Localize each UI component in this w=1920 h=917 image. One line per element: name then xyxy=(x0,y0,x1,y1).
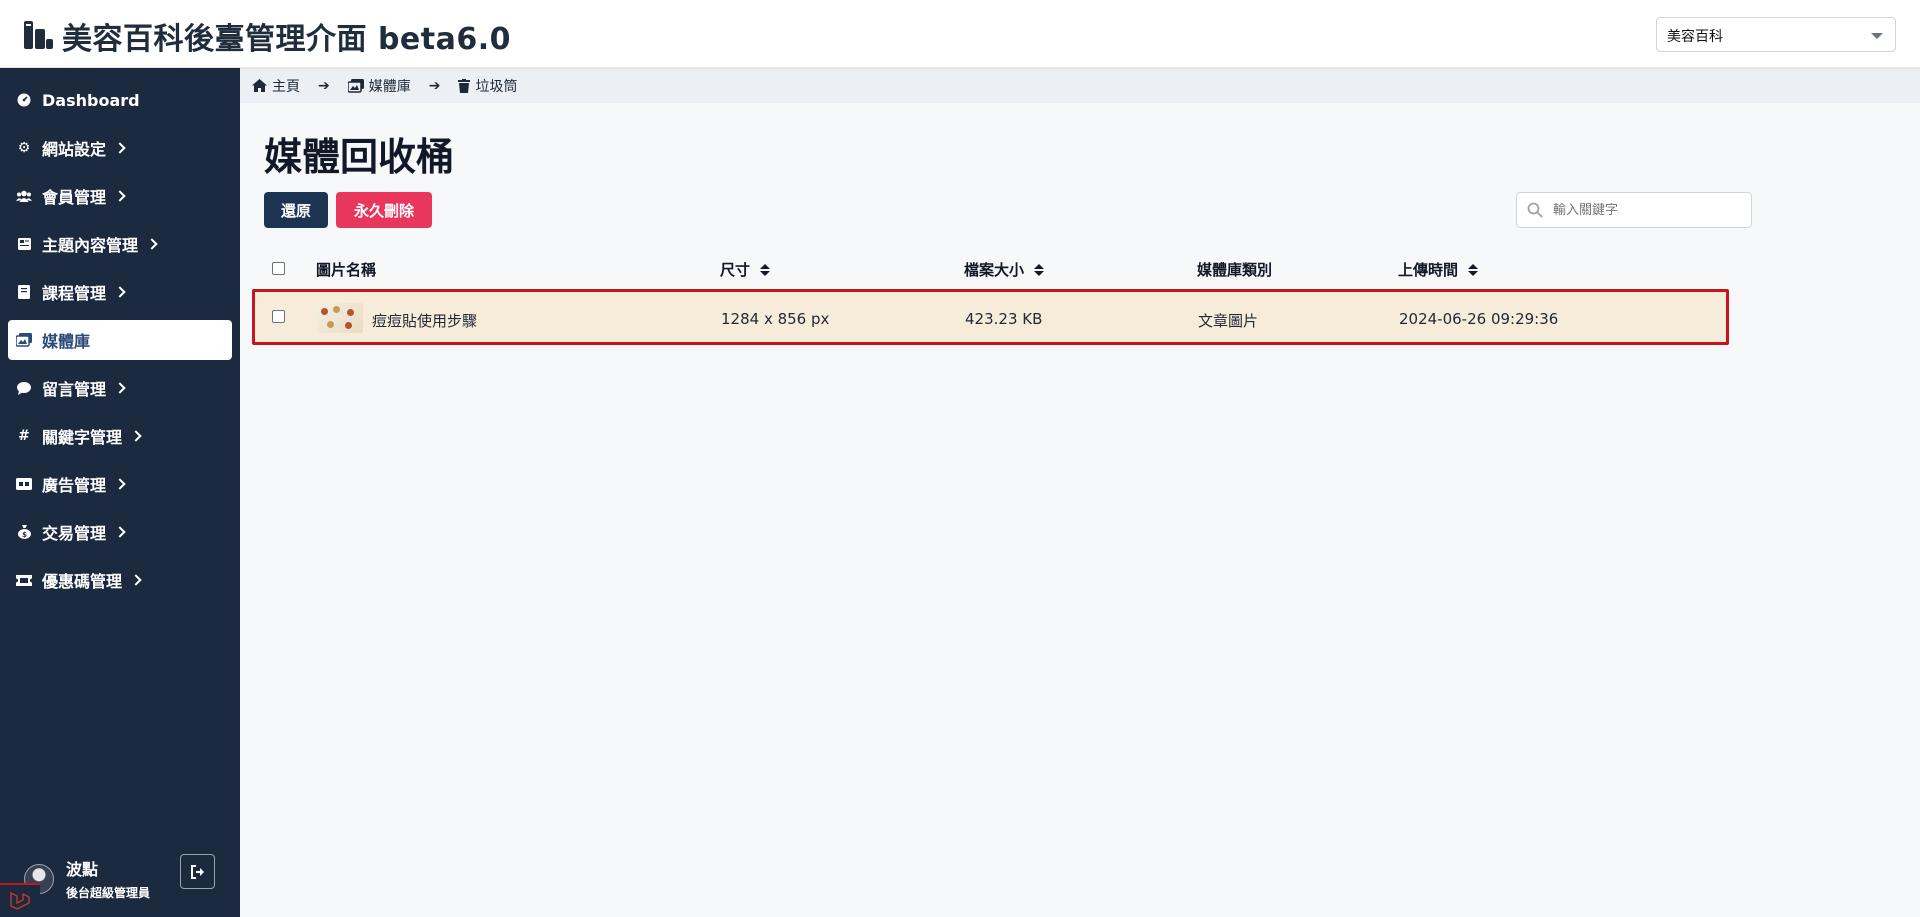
sidebar-item-label: 廣告管理 xyxy=(42,476,107,495)
ticket-icon xyxy=(16,572,32,588)
image-thumbnail xyxy=(317,303,363,333)
brand[interactable]: 美容百科後臺管理介面 beta6.0 xyxy=(22,14,511,58)
column-category-label: 媒體庫類別 xyxy=(1197,261,1273,279)
chevron-right-icon xyxy=(114,478,126,490)
book-icon xyxy=(16,284,32,300)
images-icon xyxy=(16,332,32,348)
logout-icon xyxy=(190,864,204,879)
trash-icon xyxy=(458,78,471,93)
ad-icon xyxy=(16,476,32,492)
chevron-right-icon xyxy=(114,190,126,202)
user-profile[interactable]: 波點 後台超級管理員 xyxy=(24,856,150,901)
sidebar-item-label: 媒體庫 xyxy=(42,332,91,351)
sidebar-item-label: 交易管理 xyxy=(42,524,107,543)
user-name: 波點 xyxy=(66,860,99,879)
breadcrumb-home-label: 主頁 xyxy=(272,78,300,95)
chevron-right-icon xyxy=(114,382,126,394)
breadcrumb-trash-label: 垃圾筒 xyxy=(475,78,518,95)
money-bag-icon: $ xyxy=(16,524,32,540)
chevron-right-icon xyxy=(146,238,158,250)
logout-button[interactable] xyxy=(180,854,215,889)
sidebar-item-media-library[interactable]: 媒體庫 xyxy=(8,320,232,360)
hashtag-icon: # xyxy=(18,428,30,444)
column-name: 圖片名稱 xyxy=(316,259,376,280)
permanent-delete-button[interactable]: 永久刪除 xyxy=(336,192,432,228)
home-icon xyxy=(252,79,267,92)
sidebar-item-members[interactable]: 會員管理 xyxy=(0,176,240,216)
site-select-value: 美容百科 xyxy=(1667,29,1723,45)
row-checkbox[interactable] xyxy=(272,310,285,323)
column-category: 媒體庫類別 xyxy=(1197,259,1272,280)
column-size[interactable]: 尺寸 xyxy=(720,259,771,280)
column-filesize[interactable]: 檔案大小 xyxy=(964,259,1045,280)
search-box[interactable] xyxy=(1516,192,1752,228)
cell-name: 痘痘貼使用步驟 xyxy=(372,312,478,330)
sidebar-item-label: 主題內容管理 xyxy=(42,236,139,255)
sidebar-item-site-settings[interactable]: ⚙ 網站設定 xyxy=(0,128,240,168)
sidebar-item-dashboard[interactable]: Dashboard xyxy=(0,80,240,120)
sidebar-item-label: 優惠碼管理 xyxy=(42,572,123,591)
sidebar-item-keywords[interactable]: # 關鍵字管理 xyxy=(0,416,240,456)
cell-size: 1284 x 856 px xyxy=(721,310,830,328)
dashboard-icon xyxy=(16,92,32,108)
sidebar-item-label: 會員管理 xyxy=(42,188,107,207)
sort-icon xyxy=(760,263,771,276)
sort-icon xyxy=(1468,263,1479,276)
column-uploaded-label: 上傳時間 xyxy=(1398,261,1459,279)
table-row[interactable]: 痘痘貼使用步驟 1284 x 856 px 423.23 KB 文章圖片 202… xyxy=(252,289,1729,345)
app-title: 美容百科後臺管理介面 beta6.0 xyxy=(62,22,511,57)
comment-icon xyxy=(16,380,32,396)
search-input[interactable] xyxy=(1553,202,1733,218)
sidebar-item-label: Dashboard xyxy=(42,90,140,110)
gear-icon: ⚙ xyxy=(17,140,31,156)
sidebar-item-coupons[interactable]: 優惠碼管理 xyxy=(0,560,240,600)
page-title: 媒體回收桶 xyxy=(264,135,455,179)
search-icon xyxy=(1527,202,1543,218)
sidebar-item-transactions[interactable]: $ 交易管理 xyxy=(0,512,240,552)
sidebar-item-label: 留言管理 xyxy=(42,380,107,399)
column-filesize-label: 檔案大小 xyxy=(964,261,1025,279)
sidebar-item-label: 網站設定 xyxy=(42,140,107,159)
breadcrumb-trash: 垃圾筒 xyxy=(458,76,517,96)
chevron-right-icon xyxy=(130,574,142,586)
sidebar-item-ads[interactable]: 廣告管理 xyxy=(0,464,240,504)
table-header: 圖片名稱 尺寸 檔案大小 媒體庫類別 上傳時間 xyxy=(264,256,1724,280)
cell-uploaded: 2024-06-26 09:29:36 xyxy=(1399,310,1559,328)
arrow-right-icon: ➔ xyxy=(318,77,330,94)
arrow-right-icon: ➔ xyxy=(428,77,441,94)
cell-filesize: 423.23 KB xyxy=(965,310,1043,328)
sidebar-item-topic-content[interactable]: 主題內容管理 xyxy=(0,224,240,264)
laravel-debug-icon[interactable] xyxy=(0,883,40,917)
sidebar-item-courses[interactable]: 課程管理 xyxy=(0,272,240,312)
svg-text:$: $ xyxy=(22,531,27,539)
sort-icon xyxy=(1034,263,1045,276)
top-header: 美容百科後臺管理介面 beta6.0 美容百科 xyxy=(0,0,1920,68)
breadcrumb-library[interactable]: 媒體庫 xyxy=(347,76,411,96)
user-role: 後台超級管理員 xyxy=(66,886,151,900)
column-uploaded[interactable]: 上傳時間 xyxy=(1398,259,1479,280)
site-select[interactable]: 美容百科 xyxy=(1656,17,1896,52)
sidebar: Dashboard ⚙ 網站設定 會員管理 主題內容管理 課程管理 媒體庫 留言… xyxy=(0,68,240,917)
sidebar-item-comments[interactable]: 留言管理 xyxy=(0,368,240,408)
cell-category: 文章圖片 xyxy=(1198,312,1259,330)
breadcrumb-library-label: 媒體庫 xyxy=(368,78,411,95)
restore-button[interactable]: 還原 xyxy=(264,192,328,228)
sidebar-item-label: 關鍵字管理 xyxy=(42,428,123,447)
chevron-right-icon xyxy=(114,142,126,154)
chevron-right-icon xyxy=(114,286,126,298)
sidebar-item-label: 課程管理 xyxy=(42,284,107,303)
column-size-label: 尺寸 xyxy=(720,261,751,279)
users-icon xyxy=(16,188,32,204)
newspaper-icon xyxy=(16,236,32,252)
breadcrumb: 主頁 ➔ 媒體庫 ➔ 垃圾筒 xyxy=(240,68,1920,103)
chevron-right-icon xyxy=(114,526,126,538)
images-icon xyxy=(347,78,364,93)
select-all-checkbox[interactable] xyxy=(272,262,285,275)
column-name-label: 圖片名稱 xyxy=(316,261,377,279)
chevron-right-icon xyxy=(130,430,142,442)
laravel-logo-icon xyxy=(24,21,53,49)
breadcrumb-home[interactable]: 主頁 xyxy=(252,76,300,96)
chevron-down-icon xyxy=(1871,33,1883,39)
